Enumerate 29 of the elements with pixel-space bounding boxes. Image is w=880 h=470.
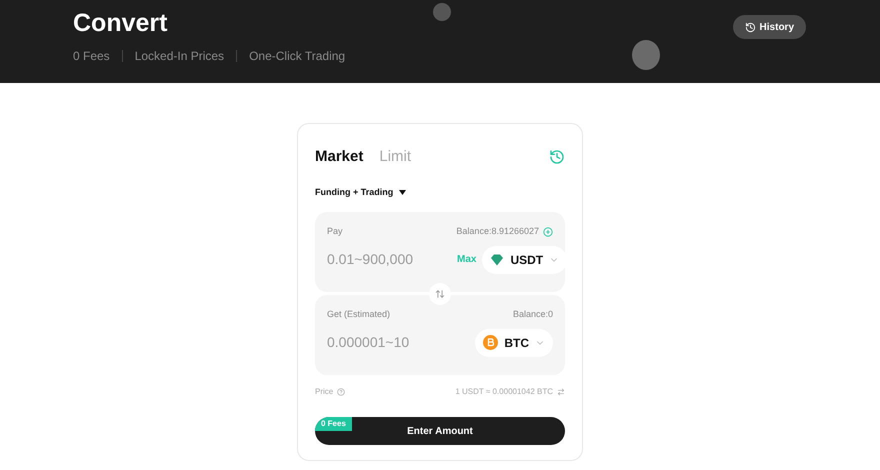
amount-field[interactable]: 0.000001~10 [327, 332, 457, 353]
bitcoin-icon [483, 335, 498, 350]
swap-rate-icon[interactable] [557, 388, 565, 396]
coin-icon [631, 39, 661, 71]
panel-label: Get (Estimated) [327, 308, 390, 321]
tab[interactable]: Market [315, 146, 364, 168]
panel-label: Pay [327, 225, 343, 238]
page-title: Convert [73, 8, 168, 38]
amount-field[interactable]: 0.01~900,000 [327, 249, 457, 270]
diamond-icon [490, 252, 504, 266]
coin-icon [432, 2, 452, 22]
currency-selector[interactable]: BTC [475, 328, 553, 356]
price-rate: 1 USDT ≈ 0.00001042 BTC [455, 386, 553, 398]
currency-selector[interactable]: USDT [482, 246, 568, 274]
history-button[interactable]: History [732, 15, 806, 39]
add-icon[interactable] [543, 226, 553, 237]
help-icon[interactable] [337, 388, 346, 396]
price-label: Price [315, 386, 334, 398]
history-icon [744, 22, 756, 32]
feature-text: One-Click Trading [249, 48, 346, 65]
caret-down-icon [399, 190, 406, 195]
balance-text: Balance:0 [512, 308, 553, 321]
account-dropdown[interactable]: Funding + Trading [315, 186, 406, 199]
fees-badge: 0 Fees [315, 417, 352, 431]
feature-text: 0 Fees [73, 48, 110, 65]
history-icon[interactable] [549, 149, 565, 166]
swap-icon [435, 289, 445, 299]
balance-text: Balance:8.91266027 [456, 225, 539, 238]
feature-text: Locked-In Prices [134, 48, 224, 65]
